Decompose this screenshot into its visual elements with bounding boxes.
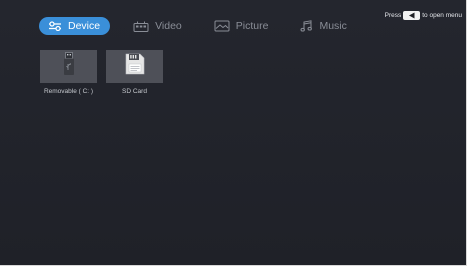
media-browser-screen: Press to open menu Device Video Picture … [0, 0, 467, 266]
device-tile-thumb [106, 50, 163, 83]
device-label: Removable ( C: ) [43, 88, 94, 95]
tab-device[interactable]: Device [39, 17, 111, 35]
tab-video[interactable]: Video [124, 17, 191, 35]
category-tabs: Device Video Picture Music [39, 17, 370, 35]
device-tile-sd-card[interactable]: SD Card [106, 50, 163, 95]
device-grid: Removable ( C: ) SD Card [40, 50, 163, 95]
menu-hint: Press to open menu [385, 11, 462, 20]
device-label: SD Card [122, 88, 147, 95]
hint-suffix: to open menu [422, 12, 462, 19]
sd-card-icon [125, 53, 145, 80]
hint-prefix: Press [384, 12, 402, 19]
music-icon [300, 20, 313, 32]
usb-drive-icon [62, 52, 76, 81]
picture-icon [214, 20, 230, 32]
tab-picture-label: Picture [235, 20, 269, 32]
device-toggle-icon [48, 21, 62, 31]
device-tile-removable[interactable]: Removable ( C: ) [40, 50, 97, 95]
video-icon [133, 21, 149, 32]
tab-picture[interactable]: Picture [205, 17, 278, 35]
tab-music[interactable]: Music [291, 17, 355, 35]
tab-video-label: Video [155, 20, 182, 32]
tab-music-label: Music [319, 20, 347, 32]
tab-device-label: Device [68, 20, 101, 32]
device-tile-thumb [40, 50, 97, 83]
left-arrow-key-icon [403, 11, 421, 20]
